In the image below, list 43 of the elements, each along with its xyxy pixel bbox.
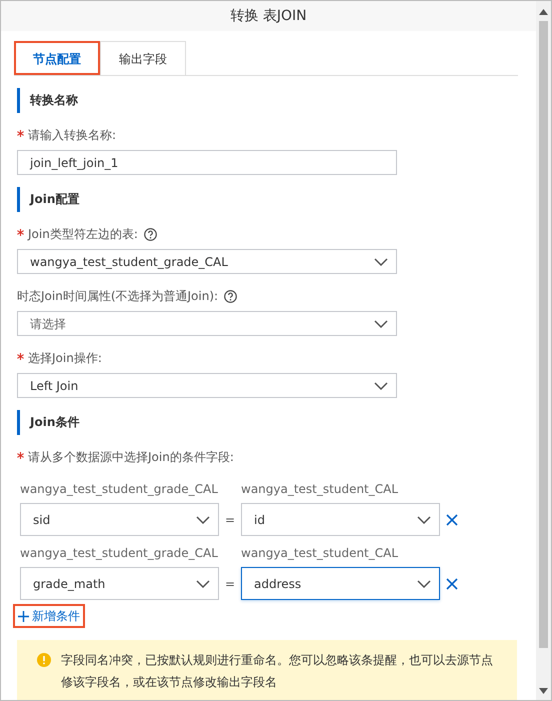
chevron-down-icon [196, 516, 210, 524]
select-field[interactable]: id [241, 503, 440, 536]
field-label: Join类型符左边的表: [28, 226, 138, 243]
remove-button[interactable] [446, 578, 458, 590]
scroll-down-icon[interactable] [539, 688, 548, 694]
plus-icon [18, 610, 29, 622]
section-heading: Join配置 [17, 187, 518, 212]
scroll-up-icon[interactable] [539, 9, 548, 15]
select-field[interactable]: address [241, 567, 440, 600]
source-label: wangya_test_student_grade_CAL [20, 545, 219, 562]
chevron-down-icon [374, 320, 388, 328]
field-label: 选择Join操作: [28, 350, 102, 367]
text-field[interactable]: join_left_join_1 [17, 150, 397, 175]
select-field[interactable]: wangya_test_student_grade_CAL [17, 249, 397, 274]
section-heading: 转换名称 [17, 88, 518, 113]
window-title: 转换 表JOIN [1, 1, 536, 31]
chevron-down-icon [196, 580, 210, 588]
warning-text: 字段同名冲突，已按默认规则进行重命名。您可以忽略该条提醒，也可以去源节点修该字段名，或在该节点修改输出字段名 [61, 652, 494, 691]
scrollbar[interactable] [536, 1, 551, 700]
select-field[interactable]: sid [20, 503, 219, 536]
select-field[interactable]: 请选择 [17, 311, 397, 336]
field-label: 请从多个数据源中选择Join的条件字段: [28, 449, 234, 466]
equals-sign: = [224, 512, 236, 528]
source-label: wangya_test_student_CAL [241, 545, 400, 562]
field-label: 时态Join时间属性(不选择为普通Join): [17, 288, 218, 305]
add-condition-button[interactable]: 新增条件 [14, 605, 84, 627]
source-label: wangya_test_student_CAL [241, 481, 400, 498]
tab[interactable]: 输出字段 [100, 41, 186, 75]
remove-button[interactable] [446, 514, 458, 526]
help-icon[interactable] [144, 228, 157, 240]
source-label: wangya_test_student_grade_CAL [20, 481, 219, 498]
select-field[interactable]: Left Join [17, 373, 397, 398]
section-heading: Join条件 [17, 410, 518, 435]
chevron-down-icon [417, 516, 431, 524]
help-icon[interactable] [224, 290, 238, 302]
select-field[interactable]: grade_math [20, 567, 219, 600]
chevron-down-icon [374, 258, 388, 266]
warning-icon [37, 653, 51, 667]
chevron-down-icon [374, 382, 388, 390]
chevron-down-icon [417, 580, 431, 588]
tab[interactable]: 节点配置 [14, 41, 100, 75]
field-label: 请输入转换名称: [28, 127, 116, 144]
equals-sign: = [224, 576, 236, 592]
